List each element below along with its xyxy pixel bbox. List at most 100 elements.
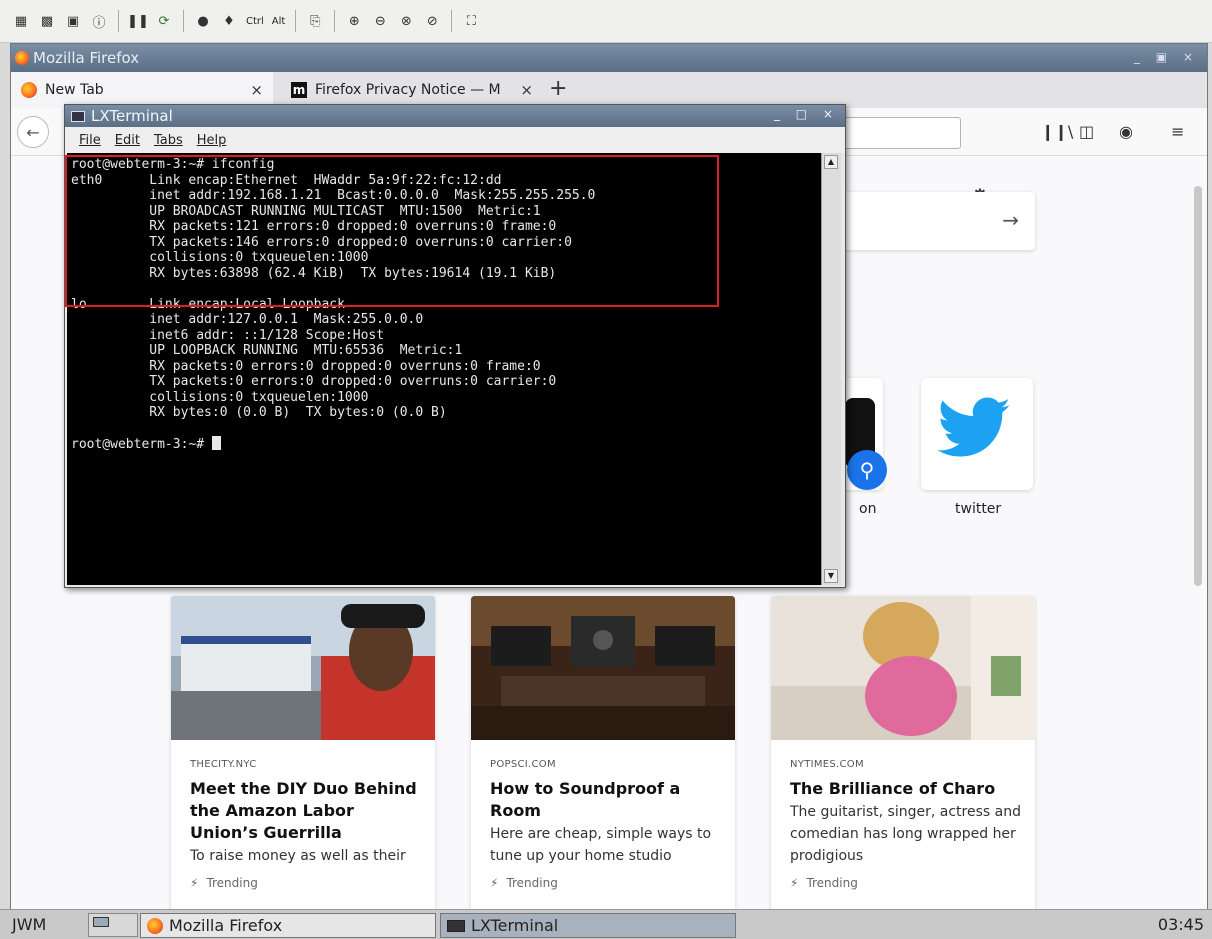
clock: 03:45 [1157,915,1204,934]
task-label: LXTerminal [471,916,559,935]
terminal-menubar: File Edit Tabs Help [65,127,845,153]
card-title: How to Soundproof a Room [490,779,681,820]
terminal-line: RX bytes:0 (0.0 B) TX bytes:0 (0.0 B) [71,405,447,420]
close-tab-icon[interactable]: × [250,81,263,99]
window-controls[interactable]: _ □ × [774,107,839,121]
ctrl-alt-del-icon[interactable]: ● [192,10,214,32]
story-card[interactable]: NYTIMES.COM The Brilliance of Charo The … [771,596,1035,910]
card-trending: ⚡ Trending [490,876,558,890]
terminal-line: inet addr:127.0.0.1 Mask:255.0.0.0 [71,312,424,327]
firefox-titlebar[interactable]: Mozilla Firefox _ ▣ × [11,44,1207,72]
terminal-line: root@webterm-3:~# [71,436,821,452]
lightning-icon: ⚡ [490,876,499,890]
tab-new-tab[interactable]: New Tab × [11,72,273,108]
tab-privacy-notice[interactable]: m Firefox Privacy Notice — M × [281,72,543,108]
magic-key-icon[interactable]: ♦ [218,10,240,32]
account-icon[interactable]: ◉ [1119,122,1133,141]
new-tab-icon[interactable]: + [549,76,567,101]
search-badge-icon: ⚲ [847,450,887,490]
fullscreen-icon[interactable]: ⛶ [460,10,482,32]
pager-window-icon [93,917,109,927]
terminal-titlebar[interactable]: LXTerminal _ □ × [65,105,845,127]
ctrl-key-button[interactable]: Ctrl [244,16,266,27]
toolbar-separator [183,10,184,32]
info-icon[interactable]: ⓘ [88,10,110,32]
menu-tabs[interactable]: Tabs [154,133,183,148]
top-site-twitter[interactable] [921,378,1033,490]
wm-menu-button[interactable]: JWM [12,915,46,934]
task-lxterminal[interactable]: LXTerminal [440,913,736,938]
terminal-title: LXTerminal [91,107,173,125]
zoom-out-icon[interactable]: ⊖ [369,10,391,32]
trending-label: Trending [806,876,858,890]
zoom-fit-icon[interactable]: ⊘ [421,10,443,32]
zoom-in-icon[interactable]: ⊕ [343,10,365,32]
menu-edit[interactable]: Edit [115,133,140,148]
task-firefox[interactable]: Mozilla Firefox [140,913,436,938]
card-trending: ⚡ Trending [190,876,258,890]
scroll-up-icon[interactable]: ▲ [824,155,838,169]
card-title: Meet the DIY Duo Behind the Amazon Labor… [190,779,417,842]
zoom-100-icon[interactable]: ⊗ [395,10,417,32]
firefox-task-icon [147,917,163,934]
card-source: POPSCI.COM [490,759,556,770]
lightning-icon: ⚡ [790,876,799,890]
terminal-line: inet6 addr: ::1/128 Scope:Host [71,327,385,343]
menu-icon[interactable]: ≡ [1171,122,1184,141]
trending-label: Trending [506,876,558,890]
top-site-label: twitter [955,501,1002,517]
card-source: THECITY.NYC [190,759,257,770]
card-title: The Brilliance of Charo [790,779,996,798]
window-controls[interactable]: _ ▣ × [1134,50,1199,64]
tab-strip: New Tab × m Firefox Privacy Notice — M ×… [11,72,1207,108]
terminal-cursor [211,436,221,450]
highlight-box [65,155,719,307]
menu-file[interactable]: File [79,133,101,148]
save-icon[interactable]: ▩ [36,10,58,32]
terminal-line: RX packets:0 errors:0 dropped:0 overruns… [71,358,541,374]
back-button[interactable]: ← [17,116,49,148]
terminal-line: TX packets:0 errors:0 dropped:0 overruns… [71,374,557,389]
trending-label: Trending [206,876,258,890]
card-source: NYTIMES.COM [790,759,864,770]
sidebar-icon[interactable]: ◫ [1079,122,1094,141]
toolbar-separator [118,10,119,32]
clipboard-icon[interactable]: ⎘ [304,10,326,32]
arrow-right-icon[interactable]: → [1002,208,1019,232]
terminal-icon [71,110,85,122]
toolbar-separator [451,10,453,32]
story-card[interactable]: THECITY.NYC Meet the DIY Duo Behind the … [171,596,435,910]
card-description: Here are cheap, simple ways to tune up y… [490,826,712,864]
menu-help[interactable]: Help [197,133,227,148]
tab-label: New Tab [45,82,104,98]
page-scrollbar[interactable] [1194,156,1205,910]
send-file-icon[interactable]: ▦ [10,10,32,32]
toolbar-separator [295,10,297,32]
terminal-line: collisions:0 txqueuelen:1000 [71,389,369,405]
pause-icon[interactable]: ❚❚ [127,10,149,32]
story-card[interactable]: POPSCI.COM How to Soundproof a Room Here… [471,596,735,910]
close-tab-icon[interactable]: × [520,81,533,99]
library-icon[interactable]: ❙❙\ [1041,122,1073,141]
top-site-label: on [859,501,877,517]
story-image [171,596,435,740]
refresh-icon[interactable]: ⟳ [153,10,175,32]
terminal-scrollbar[interactable]: ▲ ▼ [821,153,841,585]
lxterminal-window: LXTerminal _ □ × File Edit Tabs Help roo… [64,104,846,588]
options-icon[interactable]: ▣ [62,10,84,32]
card-description: To raise money as well as their [190,848,406,864]
story-image [771,596,1035,740]
scrollbar-thumb[interactable] [1194,186,1202,586]
scroll-down-icon[interactable]: ▼ [824,569,838,583]
alt-key-button[interactable]: Alt [270,16,288,27]
lightning-icon: ⚡ [190,876,199,890]
terminal-output[interactable]: root@webterm-3:~# ifconfig eth0 Link enca… [65,153,821,585]
card-trending: ⚡ Trending [790,876,858,890]
taskbar: JWM Mozilla Firefox LXTerminal 03:45 [0,909,1212,939]
window-title: Mozilla Firefox [33,49,140,67]
firefox-favicon-icon [21,82,37,98]
toolbar-separator [334,10,336,32]
desktop-pager[interactable] [88,913,138,937]
tab-label: Firefox Privacy Notice — M [315,82,501,98]
